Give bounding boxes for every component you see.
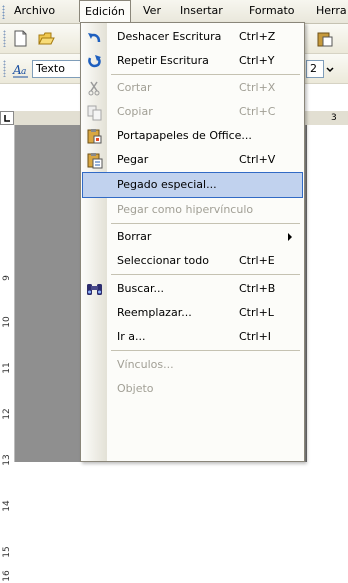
copy-icon (87, 105, 102, 121)
menu-item-label: Copiar (117, 105, 153, 118)
left-tab-icon (4, 115, 10, 122)
ruler-number: 10 (2, 316, 12, 328)
menu-item-label: Buscar... (117, 282, 165, 295)
menu-item-paste-as-hyperlink[interactable]: Pegar como hipervínculo (83, 198, 302, 222)
menu-separator (111, 350, 300, 351)
menu-item-label: Repetir Escritura (117, 54, 209, 67)
menu-item-copy[interactable]: Copiar Ctrl+C (83, 100, 302, 124)
ruler-number: 13 (2, 454, 12, 466)
menu-bar: Archivo Edición Ver Insertar Formato Her… (0, 0, 348, 24)
menu-item-clear[interactable]: Borrar (83, 225, 302, 249)
ruler-number: 12 (2, 408, 12, 420)
menu-item-label: Objeto (117, 382, 154, 395)
menu-item-label: Borrar (117, 230, 152, 243)
redo-icon (88, 55, 101, 68)
submenu-arrow-icon (288, 233, 292, 241)
menu-separator (111, 74, 300, 75)
menu-item-shortcut: Ctrl+X (239, 81, 276, 94)
menu-item-label: Vínculos... (117, 358, 174, 371)
font-size-box[interactable]: 2 (306, 60, 324, 78)
open-folder-icon[interactable] (38, 30, 55, 47)
menu-item-shortcut: Ctrl+C (239, 105, 276, 118)
menu-item-select-all[interactable]: Seleccionar todo Ctrl+E (83, 249, 302, 273)
menu-item-shortcut: Ctrl+E (239, 254, 275, 267)
ruler-number: 11 (2, 362, 12, 374)
office-clipboard-icon (87, 129, 102, 144)
menu-insertar[interactable]: Insertar (174, 0, 229, 22)
menu-item-label: Pegar (117, 153, 149, 166)
menu-separator (111, 274, 300, 275)
menu-item-paste[interactable]: Pegar Ctrl+V (83, 148, 302, 172)
document-page[interactable] (306, 125, 348, 462)
menu-item-replace[interactable]: Reemplazar... Ctrl+L (83, 301, 302, 325)
menu-separator (111, 223, 300, 224)
toolbar-grip[interactable] (3, 60, 6, 77)
vertical-ruler[interactable]: 9 10 11 12 13 14 15 16 (0, 125, 15, 582)
menu-item-label: Seleccionar todo (117, 254, 209, 267)
menu-edicion[interactable]: Edición (79, 0, 131, 22)
binoculars-icon (87, 284, 102, 295)
menu-item-shortcut: Ctrl+L (239, 306, 274, 319)
menu-item-go-to[interactable]: Ir a... Ctrl+I (83, 325, 302, 349)
menu-item-label: Ir a... (117, 330, 146, 343)
menu-herramientas[interactable]: Herra (310, 0, 348, 22)
menu-item-label: Reemplazar... (117, 306, 192, 319)
ruler-number: 9 (2, 275, 12, 281)
menu-item-redo[interactable]: Repetir Escritura Ctrl+Y (83, 49, 302, 73)
ruler-number: 15 (2, 546, 12, 558)
menu-item-label: Cortar (117, 81, 152, 94)
menu-item-find[interactable]: Buscar... Ctrl+B (83, 277, 302, 301)
paste-icon (87, 153, 103, 169)
tab-selector[interactable] (0, 111, 14, 125)
edit-menu-dropdown: Deshacer Escritura Ctrl+Z Repetir Escrit… (80, 22, 305, 462)
menu-item-label: Pegado especial... (117, 178, 217, 191)
menu-item-label: Deshacer Escritura (117, 30, 222, 43)
menu-item-shortcut: Ctrl+I (239, 330, 272, 343)
menu-formato[interactable]: Formato (243, 0, 301, 22)
menu-item-shortcut: Ctrl+Z (239, 30, 276, 43)
menu-item-object[interactable]: Objeto (83, 377, 302, 401)
menu-item-links[interactable]: Vínculos... (83, 353, 302, 377)
menu-item-shortcut: Ctrl+Y (239, 54, 275, 67)
style-box[interactable]: Texto (32, 60, 82, 78)
paste-toolbar-icon[interactable] (316, 30, 333, 47)
menu-archivo[interactable]: Archivo (8, 0, 61, 22)
menubar-grip[interactable] (2, 5, 5, 19)
menu-item-shortcut: Ctrl+B (239, 282, 276, 295)
ruler-number: 14 (2, 500, 12, 512)
menu-item-shortcut: Ctrl+V (239, 153, 276, 166)
menu-item-label: Portapapeles de Office... (117, 129, 252, 142)
menu-item-undo[interactable]: Deshacer Escritura Ctrl+Z (83, 25, 302, 49)
menu-item-label: Pegar como hipervínculo (117, 203, 254, 216)
new-document-icon[interactable] (12, 30, 29, 47)
chevron-down-icon[interactable] (325, 61, 335, 78)
undo-icon (88, 33, 101, 43)
ruler-number: 3 (331, 113, 337, 123)
scissors-icon (88, 81, 100, 96)
ruler-number: 16 (2, 570, 12, 582)
styles-icon[interactable]: A a (12, 61, 29, 78)
menu-item-cut[interactable]: Cortar Ctrl+X (83, 76, 302, 100)
svg-text:a: a (21, 67, 26, 77)
menu-item-paste-special[interactable]: Pegado especial... (82, 172, 303, 198)
toolbar-grip[interactable] (3, 30, 6, 47)
menu-ver[interactable]: Ver (137, 0, 167, 22)
menu-item-office-clipboard[interactable]: Portapapeles de Office... (83, 124, 302, 148)
